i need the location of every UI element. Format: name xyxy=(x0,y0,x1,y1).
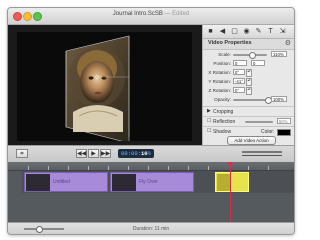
rewind-button[interactable]: ◀◀ xyxy=(76,149,87,158)
export-icon[interactable]: ⇲ xyxy=(278,27,287,36)
crop-tool-icon[interactable]: ⌗ xyxy=(16,149,28,158)
section-title: Video Properties xyxy=(208,40,252,46)
rotated-portrait-image[interactable] xyxy=(17,32,192,144)
timecode-seconds: 10 xyxy=(140,150,148,157)
title-bar: Journal Intro.ScSB — Edited xyxy=(8,8,294,25)
x-rotation-field[interactable]: 0° xyxy=(233,69,245,75)
timeline-clip-selected[interactable] xyxy=(215,172,249,192)
reflection-checkbox[interactable]: ☐ xyxy=(207,118,211,124)
cropping-section[interactable]: ▶ Cropping xyxy=(203,106,294,116)
globe-icon[interactable]: ◉ xyxy=(242,27,251,36)
inspector-toolbar: ■ ◀ ▢ ◉ ✎ T ⇲ xyxy=(203,25,294,39)
ruler-tick xyxy=(108,166,109,170)
shadow-label: Shadow xyxy=(213,129,232,135)
x-rotation-stepper[interactable]: ▴▾ xyxy=(246,69,252,77)
y-rotation-stepper[interactable]: ▴▾ xyxy=(246,78,252,86)
reflection-field[interactable]: 50% xyxy=(277,118,291,124)
preview-canvas[interactable] xyxy=(8,25,202,145)
ruler-tick xyxy=(188,166,189,170)
color-label: Color: xyxy=(261,129,275,135)
window-title: Journal Intro.ScSB — Edited xyxy=(8,11,294,17)
pencil-icon[interactable]: ✎ xyxy=(254,27,263,36)
ruler-tick xyxy=(248,166,249,170)
position-row: Position: 0 0 xyxy=(203,60,294,68)
y-rotation-label: Y Rotation: xyxy=(208,79,231,84)
timecode-prefix: 00:00: xyxy=(121,150,141,157)
play-button[interactable]: ▶ xyxy=(88,149,99,158)
y-rotation-row: Y Rotation: -41° ▴▾ xyxy=(203,78,294,86)
text-icon[interactable]: T xyxy=(266,27,275,36)
canvas-stage xyxy=(17,32,192,144)
playhead[interactable] xyxy=(230,162,231,222)
duration-label: Duration: 11 min xyxy=(132,226,170,232)
timeline-ruler[interactable] xyxy=(8,162,294,171)
opacity-label: Opacity: xyxy=(214,97,231,102)
reflection-slider[interactable] xyxy=(245,121,273,123)
reflection-label: Reflection xyxy=(213,119,236,125)
inspector-panel: ■ ◀ ▢ ◉ ✎ T ⇲ Video Properties ⚙ Scale: … xyxy=(202,25,294,145)
add-video-action-button[interactable]: Add Video Action xyxy=(227,136,276,145)
ruler-tick xyxy=(48,166,49,170)
timecode-display: 00:00:10½ xyxy=(118,149,154,158)
reflection-section: ☐ Reflection 50% xyxy=(203,116,294,126)
gear-icon[interactable]: ⚙ xyxy=(285,39,291,47)
inspector-section-header: Video Properties ⚙ xyxy=(203,39,294,50)
scale-row: Scale: 110% xyxy=(203,51,294,59)
shadow-color-well[interactable] xyxy=(277,129,291,136)
timeline[interactable]: Untitled Fly Over xyxy=(8,162,294,222)
ruler-tick xyxy=(268,166,269,170)
ruler-tick xyxy=(128,166,129,170)
clip-thumbnail xyxy=(112,174,136,191)
ruler-tick xyxy=(168,166,169,170)
audio-icon[interactable]: ◀ xyxy=(218,27,227,36)
window-title-text: Journal Intro.ScSB xyxy=(112,11,163,17)
position-y-field[interactable]: 0 xyxy=(251,60,265,66)
clip-thumbnail xyxy=(217,174,231,191)
scale-label: Scale: xyxy=(218,52,231,57)
ruler-tick xyxy=(28,166,29,170)
shadow-section: ☐ Shadow Color: xyxy=(203,126,294,136)
disclosure-triangle-icon[interactable]: ▶ xyxy=(207,108,211,114)
timeline-clip[interactable]: Untitled xyxy=(24,172,108,192)
timeline-clip[interactable]: Fly Over xyxy=(110,172,194,192)
app-window: Journal Intro.ScSB — Edited ■ ◀ ▢ ◉ ✎ T … xyxy=(7,7,295,235)
z-rotation-stepper[interactable]: ▴▾ xyxy=(246,87,252,95)
ruler-tick xyxy=(68,166,69,170)
clip-label: Fly Over xyxy=(139,179,158,185)
ruler-tick xyxy=(88,166,89,170)
clip-label: Untitled xyxy=(53,179,70,185)
x-rotation-label: X Rotation: xyxy=(208,70,231,75)
opacity-field[interactable]: 100% xyxy=(271,96,287,102)
video-camera-icon[interactable]: ■ xyxy=(206,27,215,36)
scale-slider-knob[interactable] xyxy=(249,52,257,59)
opacity-row: Opacity: 100% xyxy=(203,96,294,104)
z-rotation-field[interactable]: 0° xyxy=(233,87,245,93)
clip-thumbnail xyxy=(26,174,50,191)
y-rotation-field[interactable]: -41° xyxy=(233,78,245,84)
transport-bar: ⌗ ◀◀ ▶ ▶▶ 00:00:10½ xyxy=(8,145,294,163)
video-track: Untitled Fly Over xyxy=(22,171,294,193)
image-icon[interactable]: ▢ xyxy=(230,27,239,36)
opacity-slider[interactable] xyxy=(233,99,267,101)
ruler-tick xyxy=(148,166,149,170)
volume-slider[interactable] xyxy=(242,151,282,153)
z-rotation-label: Z Rotation: xyxy=(208,88,231,93)
position-label: Position: xyxy=(213,61,231,66)
ruler-tick xyxy=(208,166,209,170)
fast-forward-button[interactable]: ▶▶ xyxy=(100,149,111,158)
timecode-fraction: ½ xyxy=(147,150,151,157)
scale-field[interactable]: 110% xyxy=(271,51,287,57)
position-x-field[interactable]: 0 xyxy=(233,60,247,66)
shadow-checkbox[interactable]: ☐ xyxy=(207,128,211,134)
status-bar: Duration: 11 min xyxy=(8,222,294,234)
z-rotation-row: Z Rotation: 0° ▴▾ xyxy=(203,87,294,95)
cropping-label: Cropping xyxy=(213,109,234,115)
x-rotation-row: X Rotation: 0° ▴▾ xyxy=(203,69,294,77)
audio-level-meter xyxy=(242,155,282,156)
window-edited-indicator: — Edited xyxy=(164,11,190,17)
